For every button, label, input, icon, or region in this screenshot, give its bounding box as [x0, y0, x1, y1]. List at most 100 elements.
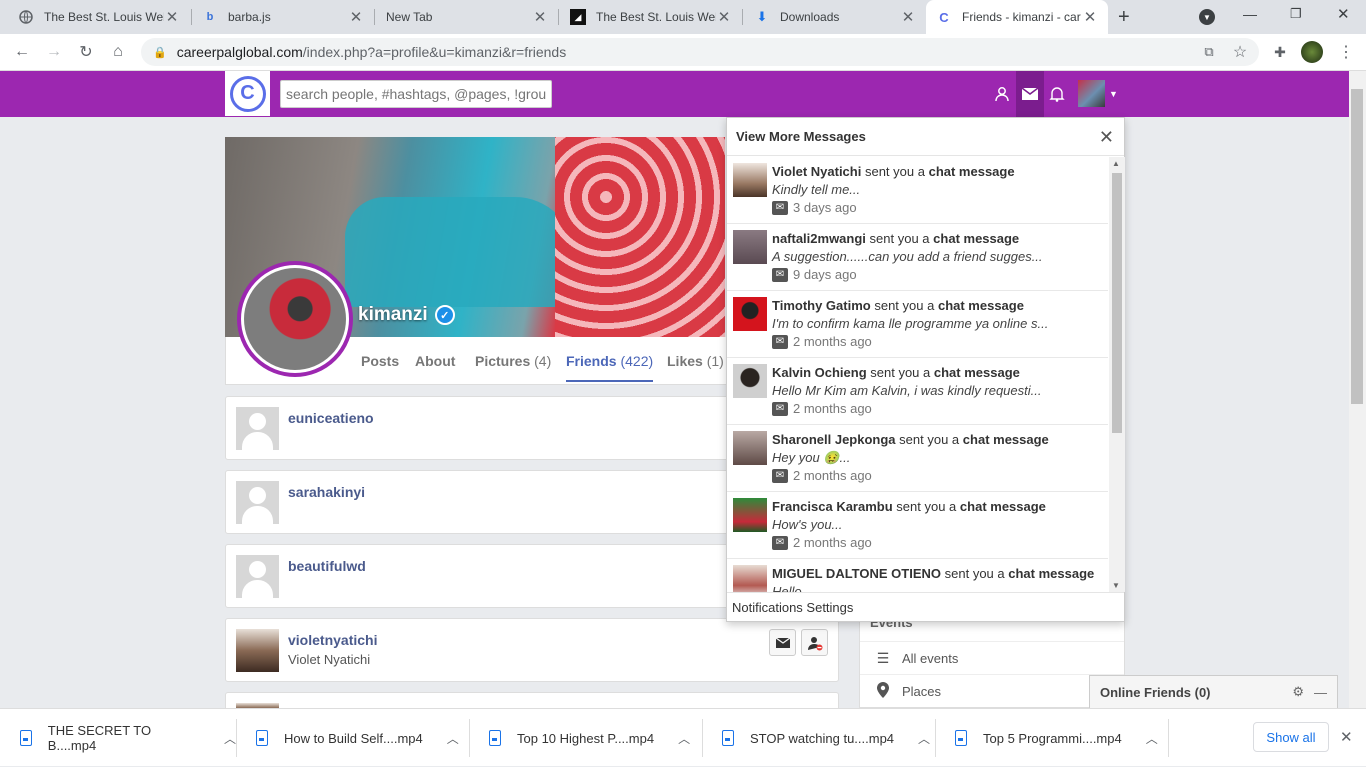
message-item[interactable]: naftali2mwangi sent you a chat message A…: [727, 224, 1108, 291]
lock-icon: 🔒: [153, 46, 167, 59]
browser-menu-icon[interactable]: ⋮: [1333, 39, 1359, 65]
close-tab-icon[interactable]: ✕: [532, 8, 548, 26]
download-item[interactable]: Top 5 Programmi....mp4 ︿: [935, 709, 1168, 767]
new-tab-icon[interactable]: +: [1118, 6, 1130, 29]
home-icon[interactable]: ⌂: [105, 39, 131, 65]
browser-tab[interactable]: New Tab ✕: [376, 0, 558, 34]
close-tab-icon[interactable]: ✕: [164, 8, 180, 26]
message-item[interactable]: MIGUEL DALTONE OTIENO sent you a chat me…: [727, 559, 1108, 592]
browser-tab[interactable]: ⬇ Downloads ✕: [744, 0, 926, 34]
chevron-up-icon[interactable]: ︿: [1146, 730, 1158, 747]
tab-title: barba.js: [228, 10, 271, 24]
message-preview: Hey you 🤢...: [772, 450, 851, 465]
profile-avatar[interactable]: [1301, 41, 1323, 63]
tab-friends[interactable]: Friends (422): [566, 353, 654, 382]
browser-tab[interactable]: The Best St. Louis Web ✕: [8, 0, 190, 34]
browser-toolbar: ← → ↻ ⌂ 🔒 careerpalglobal.com/index.php?…: [0, 34, 1366, 71]
chevron-up-icon[interactable]: ︿: [447, 730, 459, 747]
message-item[interactable]: Kalvin Ochieng sent you a chat message H…: [727, 358, 1108, 425]
address-bar[interactable]: 🔒 careerpalglobal.com/index.php?a=profil…: [141, 38, 1259, 66]
message-time: 3 days ago: [793, 200, 857, 215]
message-preview: Kindly tell me...: [772, 182, 861, 197]
tab-likes[interactable]: Likes (1): [667, 353, 724, 369]
close-tab-icon[interactable]: ✕: [900, 8, 916, 26]
events-panel: Events ☰ All events Places: [859, 608, 1125, 708]
message-preview: A suggestion......can you add a friend s…: [772, 249, 1043, 264]
browser-tab[interactable]: b barba.js ✕: [192, 0, 374, 34]
friend-avatar[interactable]: [236, 629, 279, 672]
view-more-messages-link[interactable]: View More Messages: [727, 118, 1124, 156]
site-logo[interactable]: C: [225, 71, 270, 116]
messages-icon[interactable]: [1016, 71, 1044, 117]
profile-name: kimanzi ✓: [358, 304, 455, 326]
envelope-icon: ✉: [772, 468, 788, 483]
online-friends-bar[interactable]: Online Friends (0) ⚙ —: [1089, 675, 1338, 708]
tab-posts[interactable]: Posts: [361, 353, 399, 369]
minimize-chat-icon[interactable]: —: [1314, 685, 1327, 700]
minimize-icon[interactable]: —: [1243, 6, 1257, 22]
friend-username[interactable]: violetnyatichi: [288, 632, 377, 648]
message-item[interactable]: Violet Nyatichi sent you a chat message …: [727, 157, 1108, 224]
tab-about[interactable]: About: [415, 353, 455, 369]
chevron-down-icon[interactable]: ▼: [1109, 89, 1118, 99]
reload-icon[interactable]: ↻: [73, 39, 99, 65]
message-item[interactable]: Francisca Karambu sent you a chat messag…: [727, 492, 1108, 559]
close-downloads-icon[interactable]: ✕: [1340, 728, 1353, 746]
close-icon[interactable]: ✕: [1099, 127, 1114, 148]
browser-tab-active[interactable]: C Friends - kimanzi - car ✕: [926, 0, 1108, 34]
chevron-up-icon[interactable]: ︿: [918, 730, 930, 747]
download-item[interactable]: How to Build Self....mp4 ︿: [236, 709, 469, 767]
friend-username[interactable]: beautifulwd: [288, 558, 366, 574]
message-friend-button[interactable]: [769, 629, 796, 656]
close-tab-icon[interactable]: ✕: [716, 8, 732, 26]
chevron-up-icon[interactable]: ︿: [678, 730, 690, 747]
gear-icon[interactable]: ⚙: [1292, 684, 1304, 700]
download-item[interactable]: THE SECRET TO B....mp4 ︿: [0, 709, 236, 767]
back-icon[interactable]: ←: [9, 39, 35, 65]
bookmark-star-icon[interactable]: ☆: [1227, 39, 1253, 65]
forward-icon[interactable]: →: [41, 39, 67, 65]
user-avatar[interactable]: [1078, 80, 1105, 107]
tab-pictures[interactable]: Pictures (4): [475, 353, 551, 369]
message-item[interactable]: Sharonell Jepkonga sent you a chat messa…: [727, 425, 1108, 492]
close-tab-icon[interactable]: ✕: [1082, 8, 1098, 26]
message-time: 2 months ago: [793, 401, 872, 416]
default-avatar: [236, 555, 279, 598]
download-item[interactable]: STOP watching tu....mp4 ︿: [702, 709, 935, 767]
close-tab-icon[interactable]: ✕: [348, 8, 364, 26]
extensions-icon[interactable]: ✚: [1267, 39, 1293, 65]
notifications-bell-icon[interactable]: [1043, 71, 1071, 117]
download-item[interactable]: Top 10 Highest P....mp4 ︿: [469, 709, 702, 767]
messages-scrollbar[interactable]: ▲ ▼: [1109, 157, 1125, 592]
notifications-settings-link[interactable]: Notifications Settings: [727, 592, 1124, 622]
careerpal-icon: C: [939, 9, 949, 25]
friend-requests-icon[interactable]: [988, 71, 1016, 117]
remove-friend-button[interactable]: [801, 629, 828, 656]
dark-site-icon: ◢: [570, 9, 586, 25]
file-icon: [955, 730, 967, 746]
search-input[interactable]: [280, 80, 552, 108]
restore-icon[interactable]: ❐: [1290, 6, 1302, 22]
tab-title: New Tab: [386, 10, 433, 24]
friend-username[interactable]: euniceatieno: [288, 410, 374, 426]
profile-avatar[interactable]: [237, 261, 353, 377]
open-in-app-icon[interactable]: ⧉: [1196, 39, 1222, 65]
online-friends-label: Online Friends (0): [1100, 684, 1211, 700]
sidebar-item-places[interactable]: Places: [860, 674, 1124, 707]
chevron-up-icon[interactable]: ︿: [224, 730, 236, 747]
tab-search-icon[interactable]: ▼: [1199, 9, 1215, 25]
verified-badge-icon: ✓: [434, 305, 455, 325]
messages-dropdown: View More Messages ✕ Violet Nyatichi sen…: [726, 117, 1125, 622]
page-scrollbar[interactable]: [1349, 71, 1366, 708]
url-host: careerpalglobal.com: [176, 44, 303, 60]
sender-avatar: [733, 565, 767, 592]
message-item[interactable]: Timothy Gatimo sent you a chat message I…: [727, 291, 1108, 358]
sidebar-item-all-events[interactable]: ☰ All events: [860, 641, 1124, 674]
browser-tab[interactable]: ◢ The Best St. Louis Web ✕: [560, 0, 742, 34]
file-icon: [722, 730, 734, 746]
globe-icon: [18, 9, 34, 25]
sender-avatar: [733, 297, 767, 331]
friend-username[interactable]: sarahakinyi: [288, 484, 365, 500]
close-window-icon[interactable]: ✕: [1337, 5, 1350, 23]
show-all-button[interactable]: Show all: [1253, 722, 1329, 752]
